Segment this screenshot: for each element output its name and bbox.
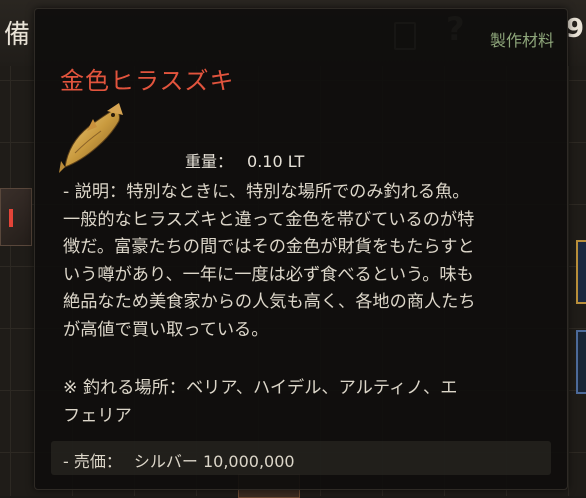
equipment-slot[interactable] xyxy=(576,240,586,304)
weight-row: 重量： 0.10 LT xyxy=(185,148,304,172)
item-description: - 説明：特別なときに、特別な場所でのみ釣れる魚。 一般的なヒラスズキと違って金… xyxy=(63,182,476,340)
price-bar: - 売価： シルバー 10,000,000 xyxy=(51,441,551,475)
item-category: 製作材料 xyxy=(489,31,554,50)
weight-value: 0.10 LT xyxy=(247,152,305,171)
item-tooltip: 製作材料 金色ヒラスズキ 重量： 0.10 LT - 説明：特別なときに、特別な場… xyxy=(34,8,568,490)
sell-price: - 売価： シルバー 10,000,000 xyxy=(63,448,295,472)
price-value: シルバー 10,000,000 xyxy=(133,452,295,471)
inventory-slot-item[interactable] xyxy=(0,188,32,246)
inventory-number: 9 xyxy=(566,14,585,44)
golden-fish-icon xyxy=(59,103,123,173)
inventory-title: 備 xyxy=(4,20,31,50)
weight-label: 重量： xyxy=(185,152,234,171)
item-name: 金色ヒラスズキ xyxy=(60,67,235,95)
fishing-location: ※ 釣れる場所：ベリア、ハイデル、アルティノ、エ フェリア xyxy=(63,378,458,426)
price-label: - 売価： xyxy=(63,452,122,471)
equipment-slot[interactable] xyxy=(576,330,586,394)
